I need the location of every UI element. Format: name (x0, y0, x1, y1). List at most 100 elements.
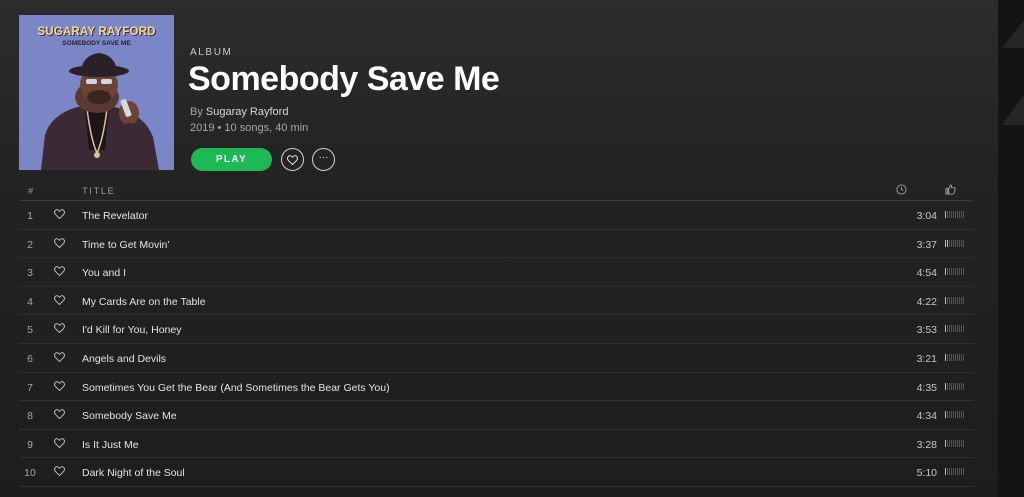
popularity-tick (951, 382, 952, 390)
popularity-tick (959, 382, 960, 390)
track-number: 2 (27, 238, 33, 251)
more-icon: ··· (318, 151, 329, 163)
popularity-tick (955, 239, 956, 247)
like-button[interactable] (281, 148, 304, 171)
heart-icon[interactable] (54, 237, 65, 251)
popularity-tick (963, 439, 964, 447)
popularity-tick (959, 211, 960, 218)
album-type-label: ALBUM (190, 47, 233, 58)
album-meta: 2019 • 10 songs, 40 min (190, 122, 309, 134)
track-title[interactable]: Is It Just Me (82, 439, 139, 451)
track-row[interactable]: 1 The Revelator 3:04 (19, 201, 974, 230)
heart-icon (287, 154, 298, 165)
popularity-tick (953, 411, 954, 419)
track-number: 3 (27, 267, 33, 280)
popularity-tick (957, 268, 958, 276)
scrollbar[interactable] (998, 0, 1024, 497)
track-title[interactable]: Somebody Save Me (82, 410, 177, 422)
play-button[interactable]: PLAY (191, 148, 272, 171)
heart-icon[interactable] (54, 294, 65, 308)
track-list: # TITLE 1 The Revelator 3:04 2 Time to Get M… (19, 181, 974, 487)
popularity-bar (945, 239, 967, 248)
track-title[interactable]: Angels and Devils (82, 353, 166, 365)
track-row[interactable]: 10 Dark Night of the Soul 5:10 (19, 458, 974, 487)
popularity-tick (955, 268, 956, 276)
popularity-tick (961, 439, 962, 447)
heart-icon[interactable] (54, 380, 65, 394)
artist-link[interactable]: Sugaray Rayford (206, 106, 289, 118)
track-duration: 3:21 (916, 352, 937, 365)
popularity-tick (951, 296, 952, 304)
track-rows: 1 The Revelator 3:04 2 Time to Get Movin' 3:3… (19, 201, 974, 487)
track-duration: 5:10 (916, 467, 937, 480)
popularity-tick (959, 439, 960, 447)
popularity-tick (951, 325, 952, 333)
popularity-tick (947, 382, 948, 390)
track-title[interactable]: Dark Night of the Soul (82, 467, 185, 479)
popularity-tick (963, 296, 964, 304)
track-title[interactable]: You and I (82, 267, 126, 279)
track-duration: 4:34 (916, 410, 937, 423)
popularity-tick (945, 439, 946, 447)
scrollbar-decoration (1002, 95, 1024, 125)
popularity-tick (949, 239, 950, 247)
popularity-bar (945, 353, 967, 362)
album-title: Somebody Save Me (188, 60, 500, 98)
popularity-tick (947, 411, 948, 419)
popularity-tick (947, 468, 948, 476)
heart-icon[interactable] (54, 323, 65, 336)
track-row[interactable]: 5 I'd Kill for You, Honey 3:53 (19, 315, 974, 344)
heart-icon[interactable] (54, 352, 65, 365)
more-options-button[interactable]: ··· (312, 148, 335, 171)
track-row[interactable]: 4 My Cards Are on the Table 4:22 (19, 287, 974, 316)
popularity-tick (947, 353, 948, 361)
popularity-tick (963, 411, 964, 419)
track-number: 8 (27, 410, 33, 423)
track-number: 6 (27, 352, 33, 365)
popularity-tick (957, 296, 958, 304)
track-title[interactable]: Time to Get Movin' (82, 239, 169, 251)
track-row[interactable]: 9 Is It Just Me 3:28 (19, 430, 974, 459)
track-row[interactable]: 7 Sometimes You Get the Bear (And Sometim… (19, 373, 974, 402)
popularity-tick (953, 211, 954, 218)
track-row[interactable]: 2 Time to Get Movin' 3:37 (19, 230, 974, 259)
track-row[interactable]: 8 Somebody Save Me 4:34 (19, 401, 974, 430)
track-title[interactable]: My Cards Are on the Table (82, 296, 206, 308)
heart-icon[interactable] (54, 409, 65, 422)
track-row[interactable]: 6 Angels and Devils 3:21 (19, 344, 974, 373)
track-title[interactable]: Sometimes You Get the Bear (And Sometime… (82, 382, 390, 394)
popularity-tick (959, 411, 960, 419)
popularity-tick (957, 411, 958, 419)
popularity-tick (963, 268, 964, 276)
popularity-tick (953, 382, 954, 390)
popularity-tick (949, 411, 950, 419)
track-list-header: # TITLE (19, 181, 974, 201)
popularity-bar (945, 268, 967, 276)
popularity-tick (951, 439, 952, 447)
track-row[interactable]: 3 You and I 4:54 (19, 258, 974, 287)
header-title[interactable]: TITLE (82, 186, 115, 197)
album-cover[interactable]: SUGARAY RAYFORD SOMEBODY SAVE ME (19, 15, 174, 170)
track-title[interactable]: The Revelator (82, 210, 148, 222)
heart-icon[interactable] (54, 466, 65, 479)
track-number: 1 (27, 210, 33, 222)
clock-icon[interactable] (896, 184, 907, 198)
track-duration: 4:35 (916, 381, 937, 394)
popularity-tick (955, 439, 956, 447)
popularity-tick (947, 439, 948, 447)
popularity-tick (955, 211, 956, 218)
popularity-bar (945, 439, 967, 448)
heart-icon[interactable] (54, 266, 65, 279)
thumbs-up-icon[interactable] (945, 184, 956, 198)
popularity-tick (957, 382, 958, 390)
cover-artwork-image (41, 53, 159, 170)
heart-icon[interactable] (54, 437, 65, 451)
popularity-tick (949, 211, 950, 218)
popularity-tick (955, 296, 956, 304)
popularity-tick (953, 468, 954, 476)
popularity-tick (951, 211, 952, 218)
track-title[interactable]: I'd Kill for You, Honey (82, 324, 181, 336)
popularity-tick (945, 268, 946, 276)
popularity-tick (949, 382, 950, 390)
heart-icon[interactable] (54, 209, 65, 222)
